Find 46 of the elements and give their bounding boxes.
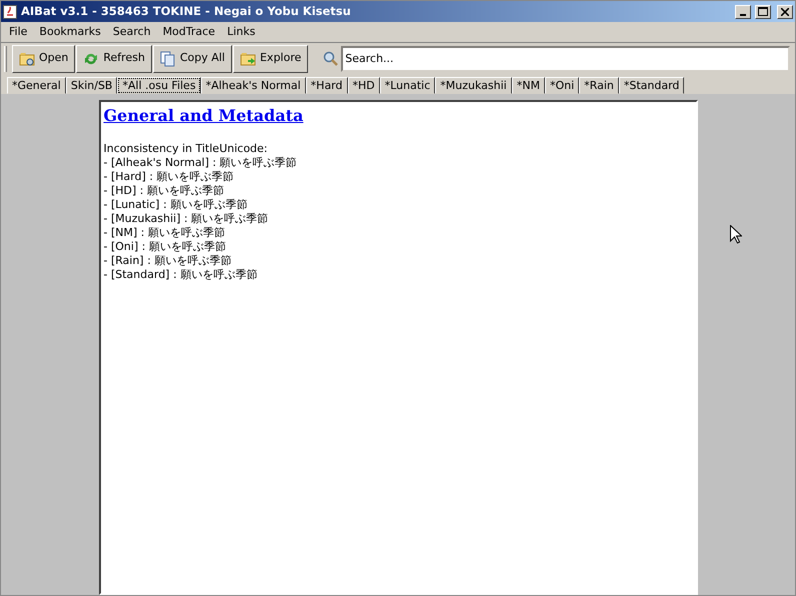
explore-button[interactable]: Explore: [232, 44, 308, 72]
minimize-icon: [740, 14, 746, 16]
tab[interactable]: Skin/SB: [66, 77, 118, 94]
result-line: - [Muzukashii] : 願いを呼ぶ季節: [104, 212, 270, 226]
search-icon: [323, 50, 340, 66]
tab[interactable]: *Rain: [579, 77, 619, 94]
close-icon: [781, 8, 789, 16]
menu-item[interactable]: Bookmarks: [33, 24, 107, 40]
mouse-cursor-icon: [730, 225, 742, 244]
app-icon: [3, 4, 17, 18]
window-title: AIBat v3.1 - 358463 TOKINE - Negai o Yobu Kisetsu: [21, 2, 352, 20]
tab[interactable]: *NM: [512, 77, 545, 94]
copy-icon: [160, 50, 176, 66]
result-line: - [HD] : 願いを呼ぶ季節: [104, 184, 225, 198]
tab[interactable]: *Muzukashii: [435, 77, 512, 94]
result-line: - [Standard] : 願いを呼ぶ季節: [104, 268, 258, 282]
result-line: - [Lunatic] : 願いを呼ぶ季節: [104, 198, 248, 212]
folder-icon: [240, 50, 256, 66]
tab[interactable]: *Alheak's Normal: [200, 77, 306, 94]
refresh-button[interactable]: Refresh: [76, 44, 152, 72]
result-line: - [Hard] : 願いを呼ぶ季節: [104, 170, 235, 184]
minimize-button[interactable]: [735, 4, 751, 18]
result-line: - [Alheak's Normal] : 願いを呼ぶ季節: [104, 156, 298, 170]
menu-item[interactable]: Links: [221, 24, 262, 40]
result-line: - [Oni] : 願いを呼ぶ季節: [104, 240, 227, 254]
tab[interactable]: *HD: [348, 77, 380, 94]
menu-item[interactable]: Search: [106, 24, 157, 40]
menu-item[interactable]: ModTrace: [156, 24, 222, 40]
result-line: - [NM] : 願いを呼ぶ季節: [104, 226, 226, 240]
tab[interactable]: *Lunatic: [380, 77, 436, 94]
tab[interactable]: *Standard: [618, 77, 684, 94]
tab[interactable]: *Oni: [544, 77, 580, 94]
heading-link[interactable]: General and Metadata: [104, 104, 304, 128]
search-field[interactable]: Search...: [341, 46, 790, 72]
tab[interactable]: *All .osu Files: [117, 77, 201, 94]
folder-icon: [19, 50, 35, 66]
intro-text: Inconsistency in TitleUnicode:: [104, 142, 269, 156]
copy-all-button[interactable]: Copy All: [152, 44, 232, 72]
close-button[interactable]: [777, 4, 793, 18]
menu-item[interactable]: File: [3, 24, 34, 40]
tab[interactable]: *Hard: [306, 77, 348, 94]
maximize-button[interactable]: [755, 4, 771, 18]
result-line: - [Rain] : 願いを呼ぶ季節: [104, 254, 232, 268]
open-button[interactable]: Open: [12, 44, 76, 72]
tab[interactable]: *General: [7, 77, 66, 94]
maximize-icon: [758, 7, 768, 16]
